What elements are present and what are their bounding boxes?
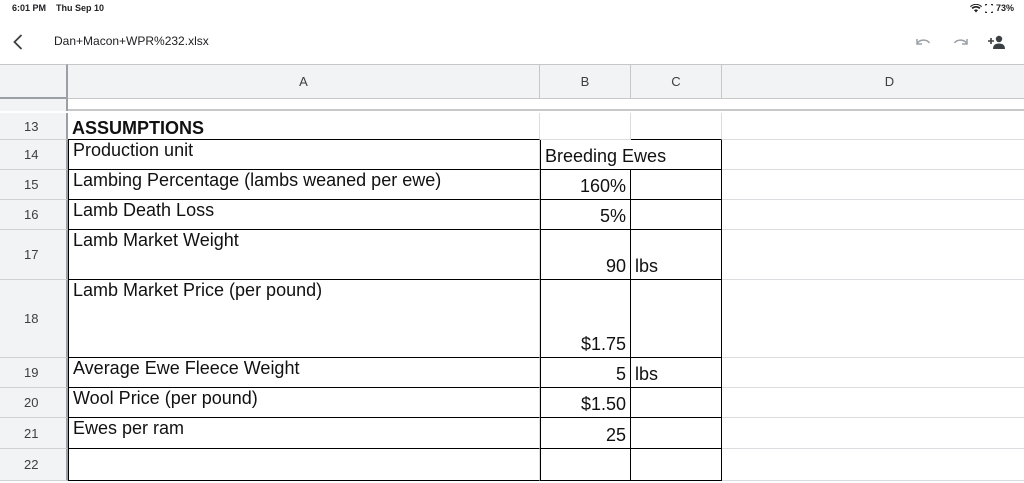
cell-b20[interactable]: $1.50: [540, 388, 631, 418]
add-person-icon: [988, 35, 1005, 49]
file-name: Dan+Macon+WPR%232.xlsx: [54, 34, 209, 48]
cell-c16[interactable]: [631, 200, 722, 230]
row-header-20[interactable]: 20: [0, 388, 68, 418]
cell-a14[interactable]: Production unit: [68, 140, 540, 170]
status-indicators: 73%: [969, 3, 1014, 13]
cell-c13[interactable]: [631, 113, 722, 140]
cell-b16[interactable]: 5%: [540, 200, 631, 230]
cell-c15[interactable]: [631, 170, 722, 200]
cell-d15[interactable]: [722, 170, 1024, 200]
cell-c17[interactable]: lbs: [631, 230, 722, 280]
cell-d18[interactable]: [722, 280, 1024, 358]
cell-c19[interactable]: lbs: [631, 358, 722, 388]
row-header-16[interactable]: 16: [0, 200, 68, 230]
cell-b19[interactable]: 5: [540, 358, 631, 388]
cell-b13[interactable]: [540, 113, 631, 140]
cell-a20[interactable]: Wool Price (per pound): [68, 388, 540, 418]
cell-c22[interactable]: [631, 449, 722, 481]
cell-a19[interactable]: Average Ewe Fleece Weight: [68, 358, 540, 388]
redo-icon: [953, 39, 968, 45]
cell-b22[interactable]: [540, 449, 631, 481]
cell-c18[interactable]: [631, 280, 722, 358]
cell-b14[interactable]: Breeding Ewes: [540, 140, 722, 170]
row-header-14[interactable]: 14: [0, 140, 68, 170]
spreadsheet-grid: A B C D 13 ASSUMPTIONS 14 Production uni…: [0, 64, 1024, 483]
chevron-left-icon: [13, 34, 23, 50]
cell-d14[interactable]: [722, 140, 1024, 170]
cell-d16[interactable]: [722, 200, 1024, 230]
cell-d17[interactable]: [722, 230, 1024, 280]
cell-b15[interactable]: 160%: [540, 170, 631, 200]
undo-button[interactable]: [912, 32, 934, 52]
cell-c21[interactable]: [631, 418, 722, 449]
row-header-22[interactable]: 22: [0, 449, 68, 481]
cell-a16[interactable]: Lamb Death Loss: [68, 200, 540, 230]
undo-icon: [916, 39, 931, 45]
row-header-21[interactable]: 21: [0, 418, 68, 449]
row-header-18[interactable]: 18: [0, 280, 68, 358]
row-header-15[interactable]: 15: [0, 170, 68, 200]
battery-percent: 73%: [995, 3, 1014, 13]
redo-button[interactable]: [950, 32, 972, 52]
cell-a15[interactable]: Lambing Percentage (lambs weaned per ewe…: [68, 170, 540, 200]
cell-a21[interactable]: Ewes per ram: [68, 418, 540, 449]
cell-d19[interactable]: [722, 358, 1024, 388]
cell-d13[interactable]: [722, 113, 1024, 140]
charging-icon: [984, 3, 993, 13]
status-date: Thu Sep 10: [56, 3, 105, 13]
column-header-a[interactable]: A: [68, 64, 540, 99]
cell-a13[interactable]: ASSUMPTIONS: [68, 113, 540, 140]
cell-d20[interactable]: [722, 388, 1024, 418]
row-header-19[interactable]: 19: [0, 358, 68, 388]
status-time: 6:01 PM: [12, 3, 47, 13]
cell-c20[interactable]: [631, 388, 722, 418]
cell-b17[interactable]: 90: [540, 230, 631, 280]
row-header-13[interactable]: 13: [0, 113, 68, 140]
cell-b21[interactable]: 25: [540, 418, 631, 449]
app-toolbar: Dan+Macon+WPR%232.xlsx: [0, 22, 1024, 62]
cell-d22[interactable]: [722, 449, 1024, 481]
row-header-17[interactable]: 17: [0, 230, 68, 280]
cell-b18[interactable]: $1.75: [540, 280, 631, 358]
column-header-c[interactable]: C: [631, 64, 722, 99]
share-button[interactable]: [986, 32, 1008, 52]
frozen-header-spacer: [0, 99, 1024, 111]
cell-d21[interactable]: [722, 418, 1024, 449]
status-bar: 6:01 PM Thu Sep 10 73%: [0, 0, 1024, 20]
column-header-b[interactable]: B: [540, 64, 631, 99]
back-button[interactable]: [8, 31, 28, 53]
select-all-corner[interactable]: [0, 64, 68, 99]
column-header-d[interactable]: D: [722, 64, 1024, 99]
cell-a22[interactable]: [68, 449, 540, 481]
cell-a17[interactable]: Lamb Market Weight: [68, 230, 540, 280]
cell-a18[interactable]: Lamb Market Price (per pound): [68, 280, 540, 358]
wifi-icon: [969, 3, 982, 13]
